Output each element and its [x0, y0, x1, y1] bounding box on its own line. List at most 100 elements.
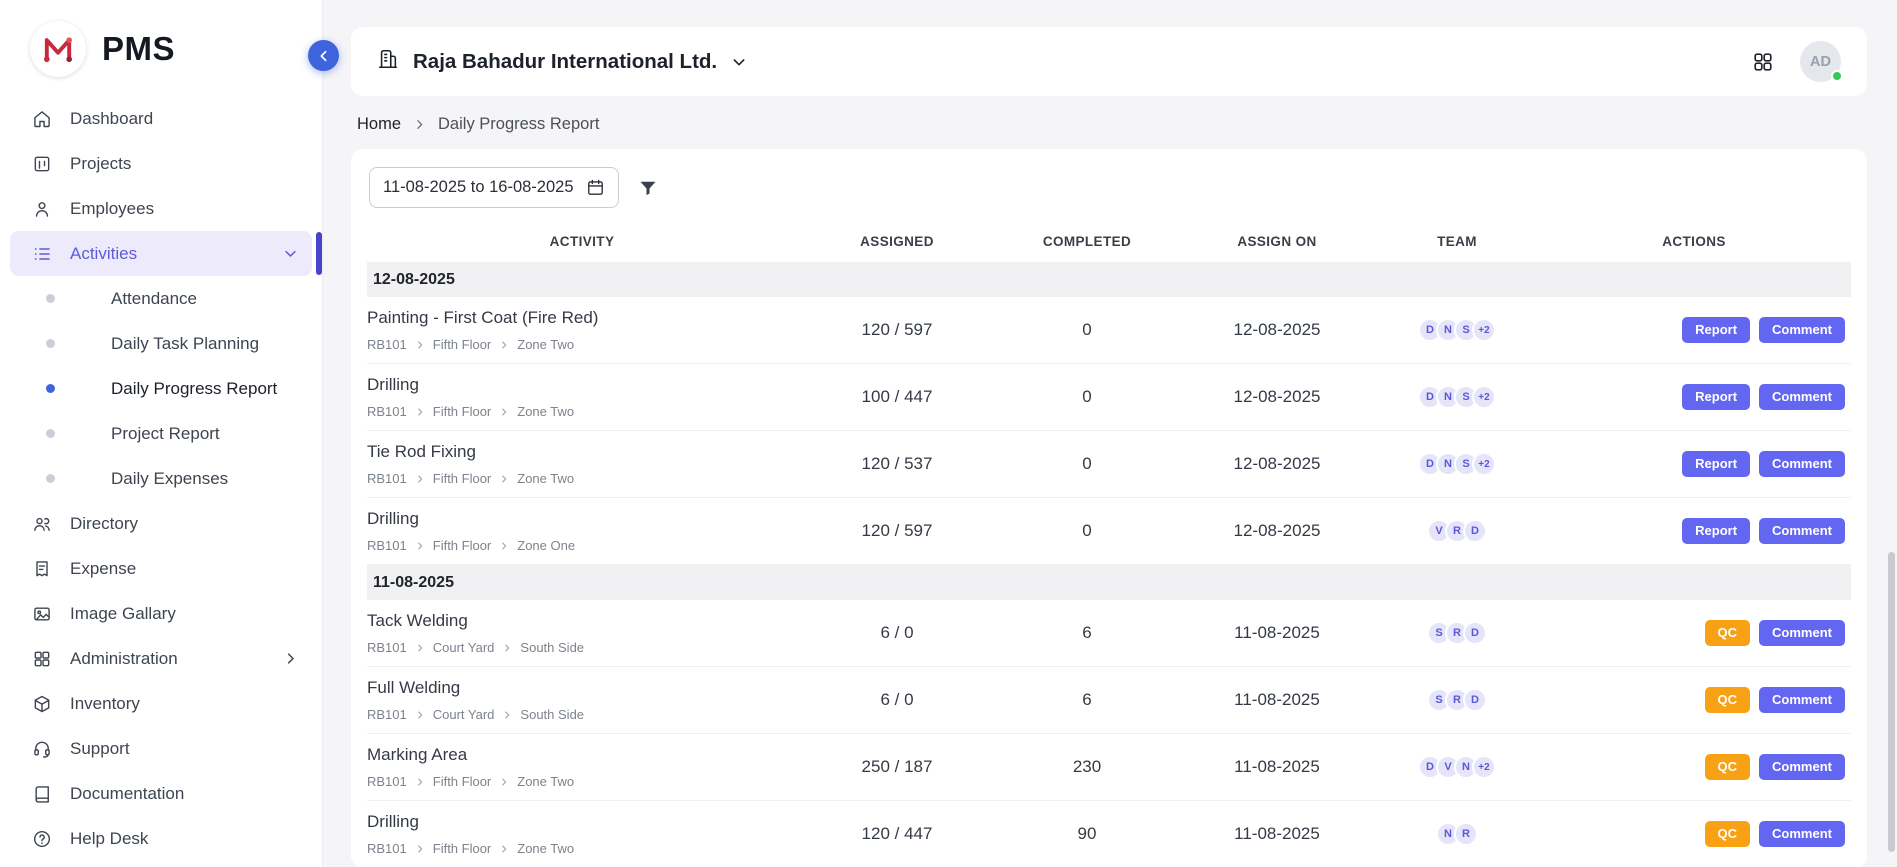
report-button[interactable]: Report: [1682, 317, 1750, 343]
sidebar-collapse-button[interactable]: [308, 40, 339, 71]
row-actions: QC Comment: [1537, 620, 1851, 646]
activities-icon: [32, 244, 53, 264]
sidebar-item-administration[interactable]: Administration: [10, 636, 312, 681]
comment-button[interactable]: Comment: [1759, 821, 1845, 847]
chevron-right-icon: [502, 643, 512, 653]
team-avatars: VRD: [1377, 519, 1537, 543]
projects-icon: [32, 154, 53, 174]
sidebar-subitem-attendance[interactable]: Attendance: [10, 276, 312, 321]
completed-value: 0: [997, 454, 1177, 474]
path-segment: Fifth Floor: [433, 538, 492, 553]
report-button[interactable]: Report: [1682, 451, 1750, 477]
breadcrumb: Home Daily Progress Report: [351, 96, 1867, 149]
sidebar-item-image-gallary[interactable]: Image Gallary: [10, 591, 312, 636]
path-segment: RB101: [367, 404, 407, 419]
sidebar-item-label: Projects: [70, 154, 131, 174]
apps-grid-icon[interactable]: [1752, 51, 1774, 73]
team-avatars: DNS+2: [1377, 318, 1537, 342]
page-scrollbar[interactable]: [1886, 0, 1897, 867]
funnel-icon[interactable]: [638, 178, 658, 198]
team-extra-count[interactable]: +2: [1472, 755, 1496, 779]
activity-path: RB101Fifth FloorZone Two: [367, 471, 789, 486]
path-segment: Zone Two: [517, 841, 574, 856]
comment-button[interactable]: Comment: [1759, 754, 1845, 780]
assign-on-date: 12-08-2025: [1177, 521, 1377, 541]
documentation-icon: [32, 784, 53, 804]
assign-on-date: 11-08-2025: [1177, 623, 1377, 643]
online-status-dot: [1831, 70, 1843, 82]
sidebar-subitem-daily-task-planning[interactable]: Daily Task Planning: [10, 321, 312, 366]
sidebar-item-directory[interactable]: Directory: [10, 501, 312, 546]
comment-button[interactable]: Comment: [1759, 518, 1845, 544]
sidebar-item-label: Documentation: [70, 784, 184, 804]
comment-button[interactable]: Comment: [1759, 384, 1845, 410]
chevron-right-icon: [413, 118, 426, 131]
sidebar-item-dashboard[interactable]: Dashboard: [10, 96, 312, 141]
sidebar-subitem-daily-progress-report[interactable]: Daily Progress Report: [10, 366, 312, 411]
team-avatars: SRD: [1377, 621, 1537, 645]
row-actions: Report Comment: [1537, 451, 1851, 477]
sidebar-item-label: Inventory: [70, 694, 140, 714]
sidebar-item-support[interactable]: Support: [10, 726, 312, 771]
path-segment: Court Yard: [433, 707, 495, 722]
chevron-right-icon: [499, 541, 509, 551]
comment-button[interactable]: Comment: [1759, 317, 1845, 343]
sidebar-subitem-project-report[interactable]: Project Report: [10, 411, 312, 456]
sidebar-subitem-daily-expenses[interactable]: Daily Expenses: [10, 456, 312, 501]
assign-on-date: 11-08-2025: [1177, 690, 1377, 710]
team-avatar[interactable]: D: [1463, 688, 1487, 712]
activity-cell: Tack Welding RB101Court YardSouth Side: [367, 611, 797, 655]
row-actions: Report Comment: [1537, 317, 1851, 343]
breadcrumb-home[interactable]: Home: [357, 115, 401, 134]
qc-button[interactable]: QC: [1705, 687, 1751, 713]
chevron-right-icon: [499, 844, 509, 854]
topbar-right: AD: [1752, 41, 1841, 82]
company-selector[interactable]: Raja Bahadur International Ltd.: [377, 48, 747, 75]
date-range-input[interactable]: 11-08-2025 to 16-08-2025: [369, 167, 619, 208]
support-icon: [32, 739, 53, 759]
breadcrumb-current: Daily Progress Report: [438, 115, 599, 134]
sidebar-item-activities[interactable]: Activities: [10, 231, 312, 276]
activity-cell: Full Welding RB101Court YardSouth Side: [367, 678, 797, 722]
sidebar-item-inventory[interactable]: Inventory: [10, 681, 312, 726]
user-avatar[interactable]: AD: [1800, 41, 1841, 82]
column-header-actions: ACTIONS: [1537, 234, 1851, 249]
path-segment: Fifth Floor: [433, 774, 492, 789]
report-button[interactable]: Report: [1682, 384, 1750, 410]
team-avatar[interactable]: D: [1463, 621, 1487, 645]
chevron-right-icon: [415, 340, 425, 350]
chevron-right-icon: [415, 407, 425, 417]
chevron-right-icon: [415, 777, 425, 787]
sidebar-item-expense[interactable]: Expense: [10, 546, 312, 591]
team-extra-count[interactable]: +2: [1472, 318, 1496, 342]
qc-button[interactable]: QC: [1705, 754, 1751, 780]
scrollbar-thumb[interactable]: [1888, 552, 1895, 852]
chevron-right-icon: [499, 407, 509, 417]
date-group-row: 11-08-2025: [367, 565, 1851, 600]
qc-button[interactable]: QC: [1705, 821, 1751, 847]
comment-button[interactable]: Comment: [1759, 620, 1845, 646]
team-extra-count[interactable]: +2: [1472, 385, 1496, 409]
sidebar-subitem-label: Daily Progress Report: [111, 379, 277, 399]
sidebar-item-label: Image Gallary: [70, 604, 176, 624]
gallery-icon: [32, 604, 53, 624]
report-button[interactable]: Report: [1682, 518, 1750, 544]
completed-value: 230: [997, 757, 1177, 777]
sidebar-item-help-desk[interactable]: Help Desk: [10, 816, 312, 861]
sidebar-item-label: Help Desk: [70, 829, 148, 849]
activity-title: Marking Area: [367, 745, 789, 765]
chevron-right-icon: [415, 474, 425, 484]
activity-path: RB101Court YardSouth Side: [367, 707, 789, 722]
comment-button[interactable]: Comment: [1759, 687, 1845, 713]
sidebar-item-projects[interactable]: Projects: [10, 141, 312, 186]
qc-button[interactable]: QC: [1705, 620, 1751, 646]
app-root: PMS Dashboard Projects Employees Activit…: [0, 0, 1897, 867]
sidebar-item-employees[interactable]: Employees: [10, 186, 312, 231]
path-segment: Zone Two: [517, 471, 574, 486]
sidebar-item-documentation[interactable]: Documentation: [10, 771, 312, 816]
comment-button[interactable]: Comment: [1759, 451, 1845, 477]
team-avatar[interactable]: R: [1454, 822, 1478, 846]
team-extra-count[interactable]: +2: [1472, 452, 1496, 476]
table-body: 12-08-2025 Painting - First Coat (Fire R…: [367, 262, 1851, 867]
team-avatar[interactable]: D: [1463, 519, 1487, 543]
